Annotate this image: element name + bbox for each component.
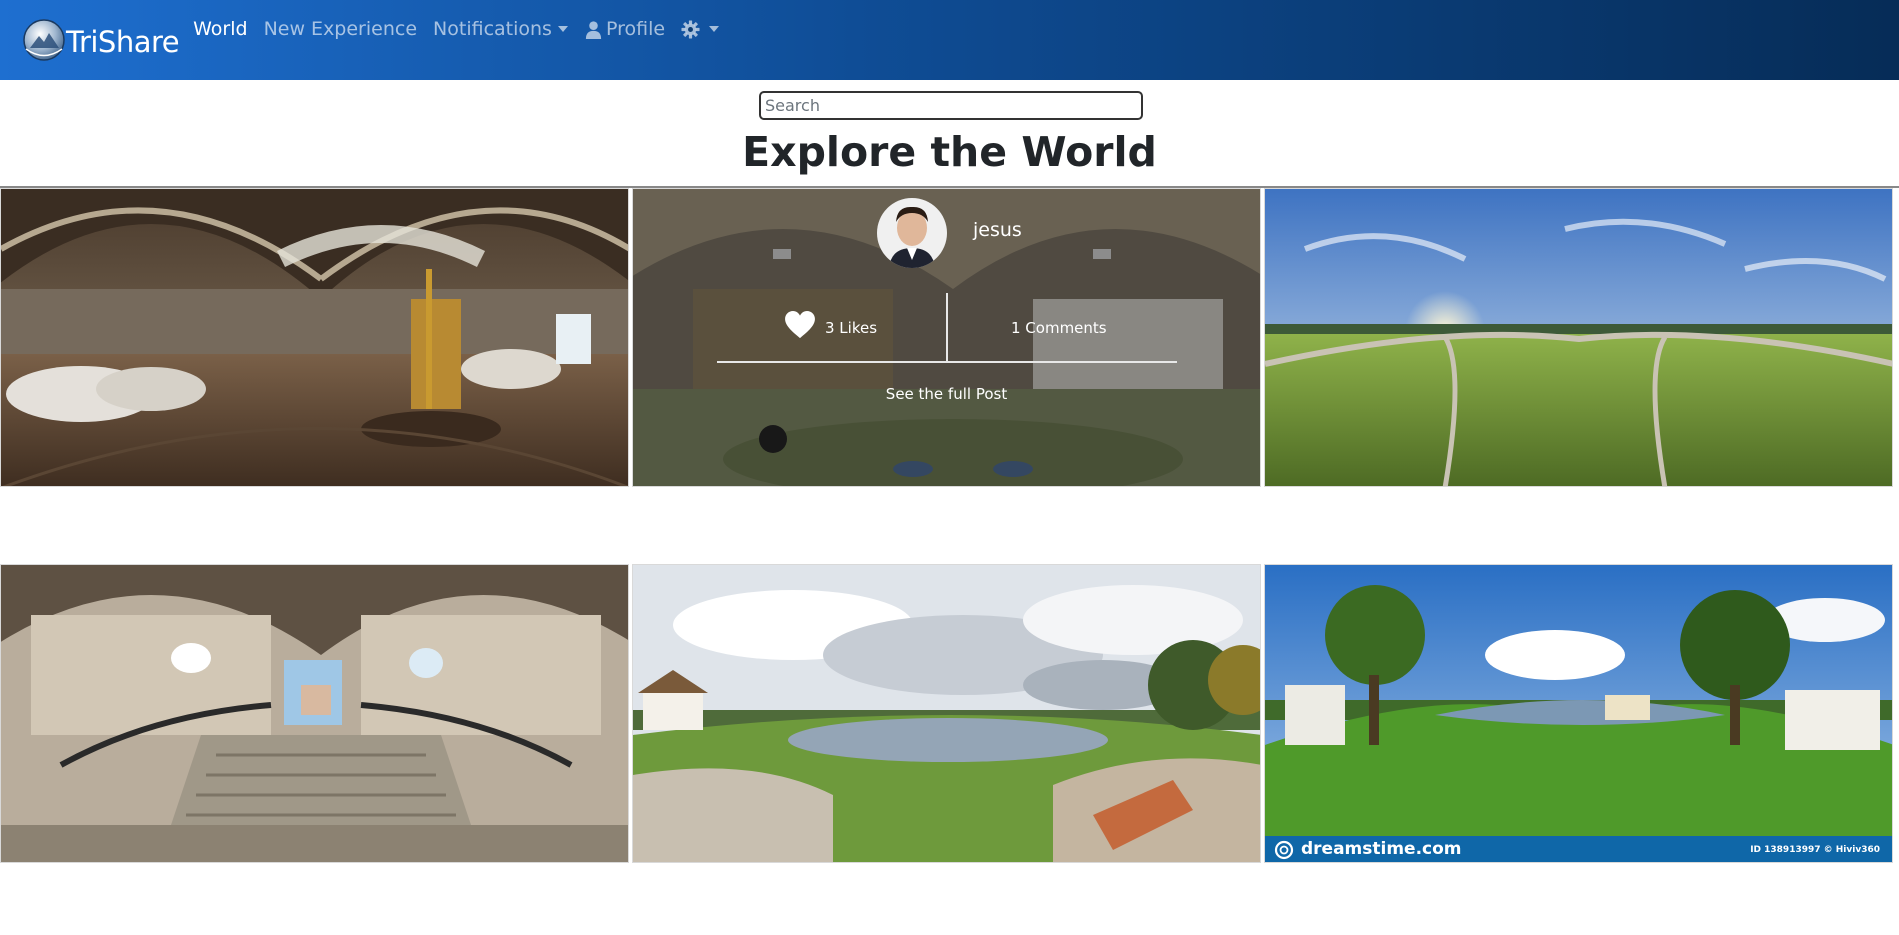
overlay-divider-horizontal — [717, 361, 1177, 363]
post-tile-river-ruins[interactable] — [632, 564, 1261, 863]
avatar-image — [877, 198, 947, 268]
nav-profile[interactable]: Profile — [584, 18, 665, 40]
nav-notifications-label: Notifications — [433, 18, 552, 40]
post-username[interactable]: jesus — [973, 219, 1022, 241]
page-title: Explore the World — [742, 128, 1157, 176]
see-full-post-link[interactable]: See the full Post — [633, 385, 1260, 403]
brand-link[interactable]: TriShare — [22, 0, 180, 80]
heart-icon[interactable] — [785, 311, 815, 339]
main-nav: World New Experience Notifications Profi… — [193, 0, 735, 69]
avatar[interactable] — [877, 198, 947, 268]
post-tile-hovered[interactable]: jesus 3 Likes 1 Comments See the full Po… — [632, 188, 1261, 487]
likes-count: 3 Likes — [825, 319, 878, 337]
chevron-down-icon — [709, 26, 720, 32]
panorama-image — [1265, 565, 1892, 862]
nav-profile-label: Profile — [605, 18, 666, 40]
user-icon — [585, 20, 602, 39]
post-tile-park[interactable]: dreamstime.com ID 138913997 © Hiviv360 — [1264, 564, 1893, 863]
settings-dropdown[interactable] — [681, 19, 720, 39]
nav-notifications-dropdown[interactable]: Notifications — [433, 18, 568, 40]
watermark-id: ID 138913997 © Hiviv360 — [1750, 845, 1880, 855]
nav-world[interactable]: World — [193, 18, 247, 40]
post-tile-warehouse[interactable] — [0, 188, 629, 487]
comments-count[interactable]: 1 Comments — [1011, 319, 1107, 337]
panorama-image — [1, 565, 628, 862]
gear-icon — [681, 19, 700, 39]
panorama-image — [1, 189, 628, 486]
top-navbar: TriShare World New Experience Notificati… — [0, 0, 1899, 80]
panorama-image — [633, 565, 1260, 862]
post-hover-overlay: jesus 3 Likes 1 Comments See the full Po… — [633, 189, 1260, 486]
post-tile-sunset-field[interactable] — [1264, 188, 1893, 487]
search-input[interactable] — [759, 91, 1143, 120]
nav-new-experience[interactable]: New Experience — [264, 18, 417, 40]
overlay-divider-vertical — [946, 293, 948, 361]
brand-name: TriShare — [66, 25, 180, 59]
panorama-image — [1265, 189, 1892, 486]
globe-logo-icon — [23, 19, 65, 61]
search-container — [759, 91, 1143, 120]
watermark-site: dreamstime.com — [1301, 839, 1462, 859]
post-tile-wooden-stairs[interactable] — [0, 564, 629, 863]
chevron-down-icon — [557, 26, 568, 32]
